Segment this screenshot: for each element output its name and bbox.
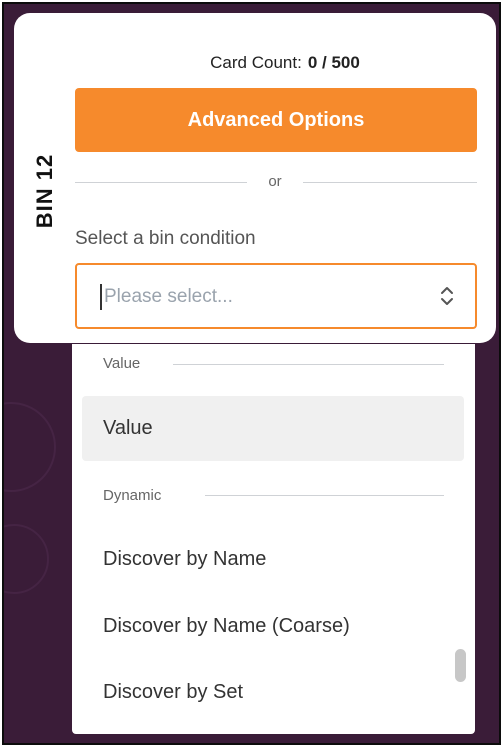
bin-condition-dropdown: Value Value Dynamic Discover by Name Dis…: [72, 344, 475, 734]
select-placeholder: Please select...: [104, 286, 233, 307]
bin-label: BIN 12: [32, 153, 57, 229]
group-divider: [173, 364, 444, 365]
divider-line-right: [303, 182, 477, 183]
dropdown-scrollbar[interactable]: [455, 649, 466, 682]
group-label-dynamic: Dynamic: [103, 487, 162, 504]
group-divider: [205, 495, 444, 496]
advanced-options-button[interactable]: Advanced Options: [75, 88, 477, 152]
card-count-value: 0 / 500: [307, 53, 360, 72]
text-cursor: [100, 284, 102, 310]
option-value[interactable]: Value: [82, 396, 464, 461]
or-separator: or: [268, 173, 282, 190]
divider-line-left: [75, 182, 247, 183]
card-count: Card Count: 0 / 500: [84, 53, 486, 73]
bin-condition-select[interactable]: Please select...: [75, 263, 477, 329]
group-label-value: Value: [103, 355, 141, 372]
card-count-label: Card Count:: [210, 53, 302, 72]
app-background: BIN 12 Card Count: 0 / 500 Advanced Optio…: [2, 2, 501, 745]
bin-condition-label: Select a bin condition: [75, 228, 256, 249]
bin-card: BIN 12 Card Count: 0 / 500 Advanced Optio…: [14, 13, 496, 343]
option-discover-by-name[interactable]: Discover by Name: [82, 527, 464, 592]
option-discover-by-name-coarse[interactable]: Discover by Name (Coarse): [82, 594, 464, 659]
background-decoration: [4, 402, 56, 492]
chevron-up-down-icon: [441, 287, 453, 305]
background-decoration: [4, 524, 49, 594]
option-discover-by-set[interactable]: Discover by Set: [82, 660, 464, 725]
